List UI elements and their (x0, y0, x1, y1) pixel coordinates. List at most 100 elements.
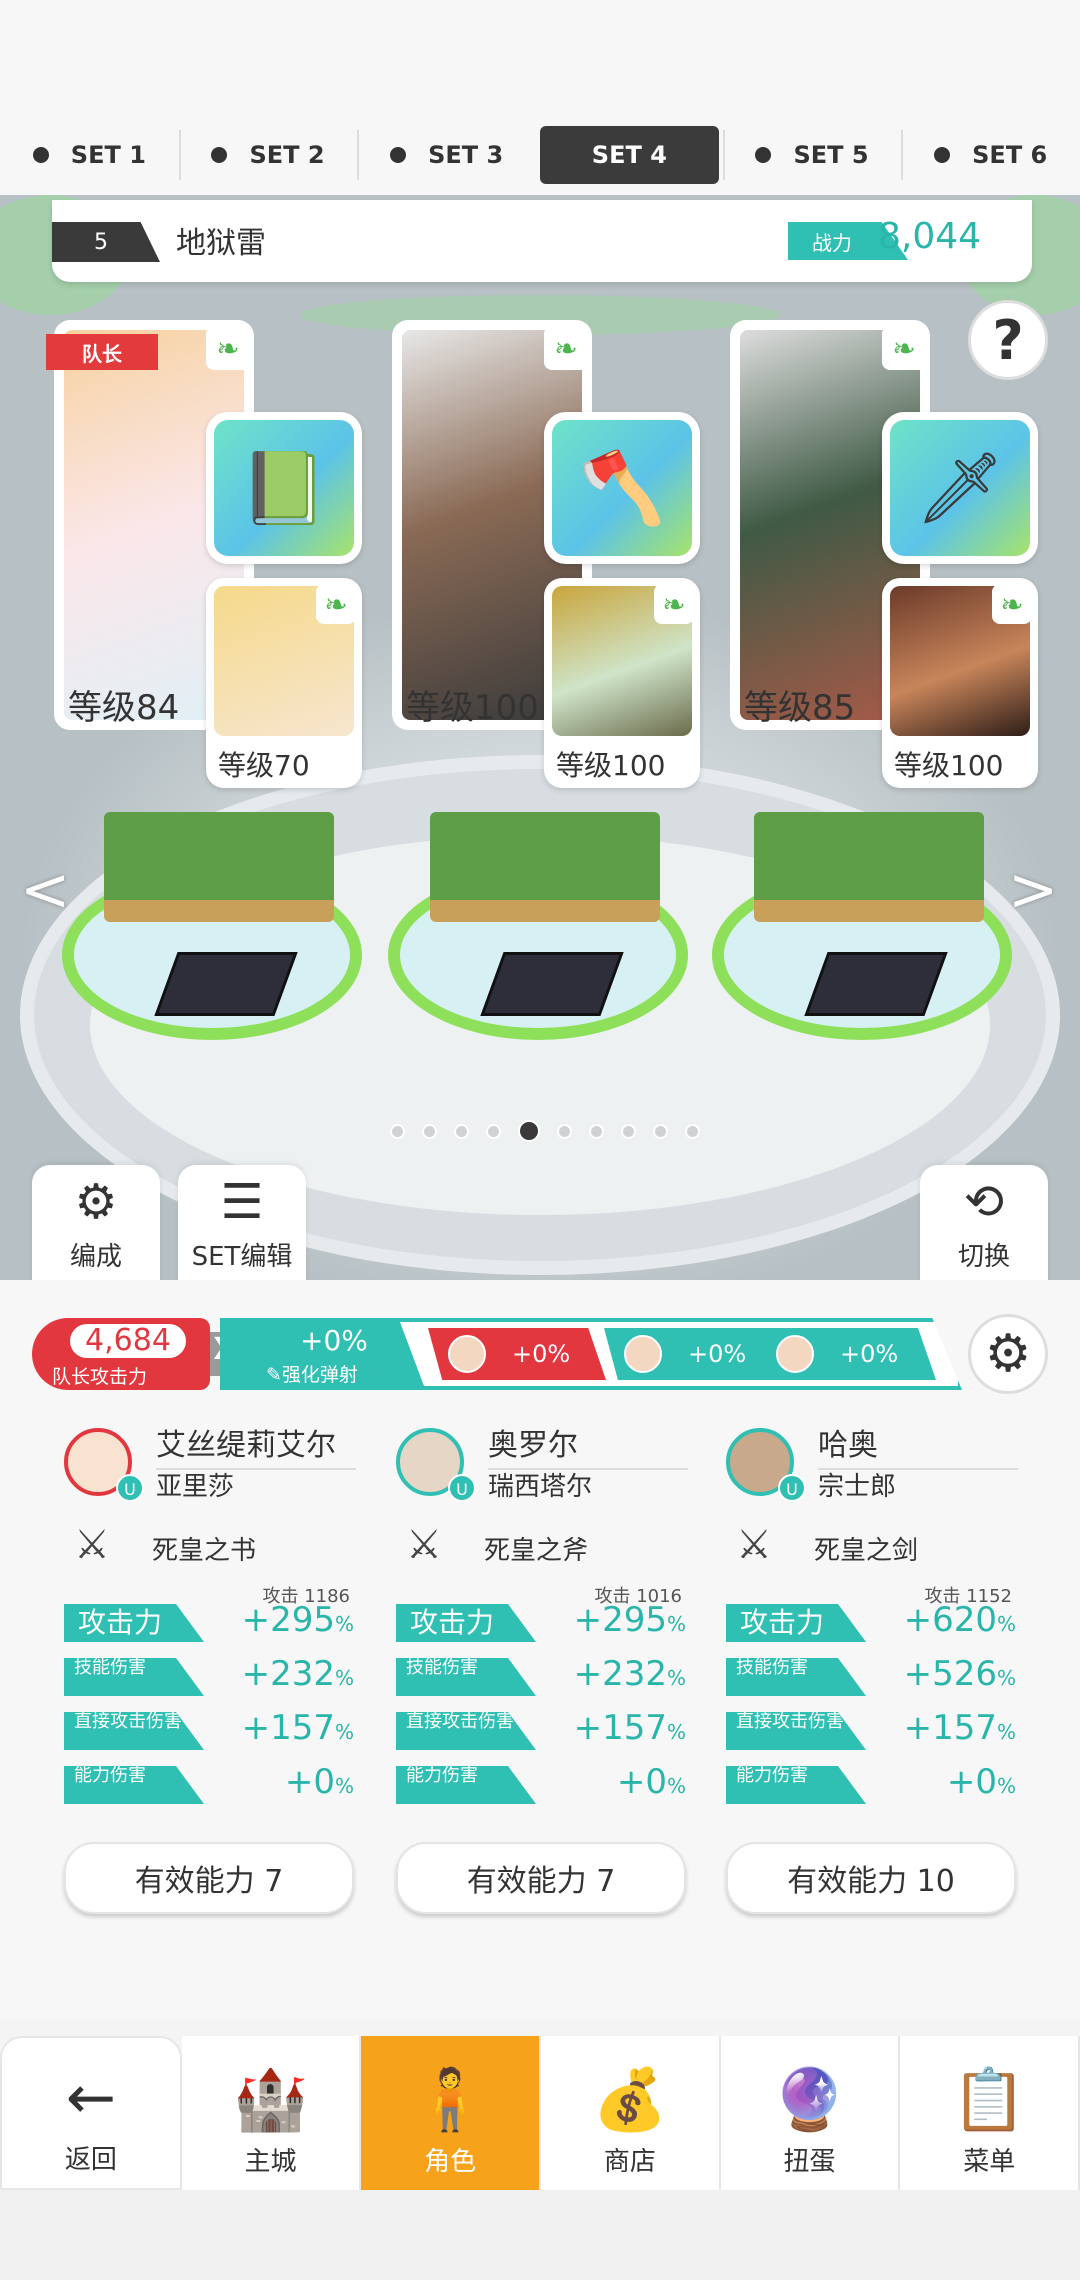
grass-block (754, 812, 984, 922)
screen: { "tabs": ["SET 1", "SET 2", "SET 3", "S… (0, 0, 1080, 2280)
chain-hero-name: 瑞西塔尔 (488, 1472, 593, 1502)
prev-team-arrow-icon[interactable]: < (20, 855, 70, 925)
pager-dot[interactable] (454, 1124, 469, 1139)
direct-attack-stat: 直接攻击伤害 +157% (64, 1708, 354, 1752)
rune-plate (154, 952, 298, 1016)
hero-bonus-3: +0% (756, 1328, 936, 1380)
chain-hero-slot[interactable]: ❧ 等级100 (882, 578, 1038, 788)
leader-attack-label: 队长攻击力 (52, 1366, 148, 1388)
pager-dot[interactable] (486, 1124, 501, 1139)
combat-power-value: 8,044 (878, 216, 982, 257)
formation-button[interactable]: ⚙ 编成 (32, 1165, 160, 1283)
leaf-element-icon: ❧ (992, 584, 1032, 624)
leaf-element-icon: ❧ (206, 326, 250, 370)
weapon-icon: ⚔ (74, 1522, 110, 1568)
dot-icon (211, 147, 228, 163)
weapon-slot[interactable]: 📗 (206, 412, 362, 564)
menu-icon: 📋 (951, 2065, 1027, 2135)
unique-icon: U (778, 1474, 806, 1502)
direct-attack-stat: 直接攻击伤害 +157% (726, 1708, 1016, 1752)
chain-hero-name: 亚里莎 (156, 1472, 235, 1502)
chain-hero-slot[interactable]: ❧ 等级70 (206, 578, 362, 788)
leaf-element-icon: ❧ (882, 326, 926, 370)
direct-attack-stat: 直接攻击伤害 +157% (396, 1708, 686, 1752)
attack-stat: 攻击力 攻击 1016 +295% (396, 1586, 686, 1644)
sword-weapon-icon: 🗡 (890, 420, 1030, 556)
chain-hero-slot[interactable]: ❧ 等级100 (544, 578, 700, 788)
chain-hero-level: 等级100 (894, 749, 1004, 782)
team-pager (390, 1120, 700, 1142)
hero-slot-1[interactable]: 队长 ❧ 等级84 📗 ❧ 等级70 (46, 320, 362, 788)
tab-set-4[interactable]: SET 4 (540, 126, 719, 184)
dot-icon (934, 147, 951, 163)
leaf-element-icon: ❧ (316, 584, 356, 624)
nav-castle[interactable]: 🏰 主城 (181, 2036, 362, 2190)
swap-icon: ⟲ (963, 1174, 1005, 1230)
tab-set-3[interactable]: SET 3 (357, 124, 536, 186)
captain-badge: 队长 (46, 334, 158, 370)
gear-icon: ⚙ (984, 1324, 1032, 1384)
switch-button[interactable]: ⟲ 切换 (920, 1165, 1048, 1283)
tab-set-5[interactable]: SET 5 (722, 124, 902, 186)
pager-dot-active[interactable] (518, 1120, 540, 1142)
nav-menu[interactable]: 📋 菜单 (900, 2036, 1080, 2190)
rune-plate (804, 952, 948, 1016)
next-team-arrow-icon[interactable]: > (1008, 855, 1058, 925)
person-gear-icon: ⚙ (74, 1174, 118, 1230)
ability-damage-stat: 能力伤害 +0% (64, 1762, 354, 1806)
bounce-bonus: +0% ✎强化弹射 (224, 1322, 424, 1386)
grass-block (430, 812, 660, 922)
weapon-slot[interactable]: 🪓 (544, 412, 700, 564)
chain-hero-level: 等级70 (218, 749, 310, 782)
bounce-label: ✎强化弹射 (266, 1364, 358, 1386)
bottom-nav: ← 返回 🏰 主城 🧍 角色 💰 商店 🔮 扭蛋 📋 菜单 (0, 2036, 1080, 2190)
leader-attack-pill: 4,684 队长攻击力 (32, 1318, 210, 1390)
settings-button[interactable]: ⚙ (968, 1314, 1048, 1394)
hero-slot-2[interactable]: ❧ 等级100 🪓 ❧ 等级100 (392, 320, 700, 788)
hero-slot-3[interactable]: ❧ 等级85 🗡 ❧ 等级100 (730, 320, 1038, 788)
pager-dot[interactable] (557, 1124, 572, 1139)
pager-dot[interactable] (589, 1124, 604, 1139)
back-arrow-icon: ← (65, 2063, 116, 2133)
system-bar (0, 2190, 1080, 2280)
book-weapon-icon: 📗 (214, 420, 354, 556)
nav-back[interactable]: ← 返回 (0, 2036, 182, 2190)
weapon-icon: ⚔ (406, 1522, 442, 1568)
character-icon: 🧍 (412, 2065, 488, 2135)
nav-character[interactable]: 🧍 角色 (361, 2036, 542, 2190)
effective-ability-button[interactable]: 有效能力 7 (396, 1842, 686, 1914)
axe-weapon-icon: 🪓 (552, 420, 692, 556)
hero-name: 奥罗尔 (488, 1420, 688, 1470)
hero-level: 等级100 (406, 688, 539, 728)
weapon-name: 死皇之剑 (814, 1536, 919, 1566)
hero-pedestal (62, 812, 362, 1040)
hero-pedestal (712, 812, 1012, 1040)
tab-set-1[interactable]: SET 1 (0, 124, 179, 186)
nav-shop[interactable]: 💰 商店 (541, 2036, 721, 2190)
effective-ability-button[interactable]: 有效能力 7 (64, 1842, 354, 1914)
pager-dot[interactable] (390, 1124, 405, 1139)
effective-ability-button[interactable]: 有效能力 10 (726, 1842, 1016, 1914)
dot-icon (32, 147, 49, 163)
tab-set-2[interactable]: SET 2 (178, 124, 358, 186)
chain-hero-level: 等级100 (556, 749, 666, 782)
nav-gacha[interactable]: 🔮 扭蛋 (720, 2036, 901, 2190)
tab-set-6[interactable]: SET 6 (901, 124, 1080, 186)
set-edit-button[interactable]: ☰ SET编辑 (178, 1165, 306, 1283)
unique-icon: U (116, 1474, 144, 1502)
team-name[interactable]: 地狱雷 (176, 218, 266, 262)
pager-dot[interactable] (653, 1124, 668, 1139)
attack-stat: 攻击力 攻击 1152 +620% (726, 1586, 1016, 1644)
pager-dot[interactable] (422, 1124, 437, 1139)
leader-attack-value: 4,684 (70, 1324, 186, 1358)
ability-damage-stat: 能力伤害 +0% (726, 1762, 1016, 1806)
list-icon: ☰ (220, 1174, 264, 1230)
help-button[interactable]: ? (968, 300, 1048, 380)
hero-bonus-2: +0% (604, 1328, 778, 1380)
weapon-slot[interactable]: 🗡 (882, 412, 1038, 564)
hero-face-icon (624, 1335, 662, 1373)
hero-level: 等级85 (744, 688, 856, 728)
dot-icon (755, 147, 772, 163)
pager-dot[interactable] (621, 1124, 636, 1139)
pager-dot[interactable] (685, 1124, 700, 1139)
